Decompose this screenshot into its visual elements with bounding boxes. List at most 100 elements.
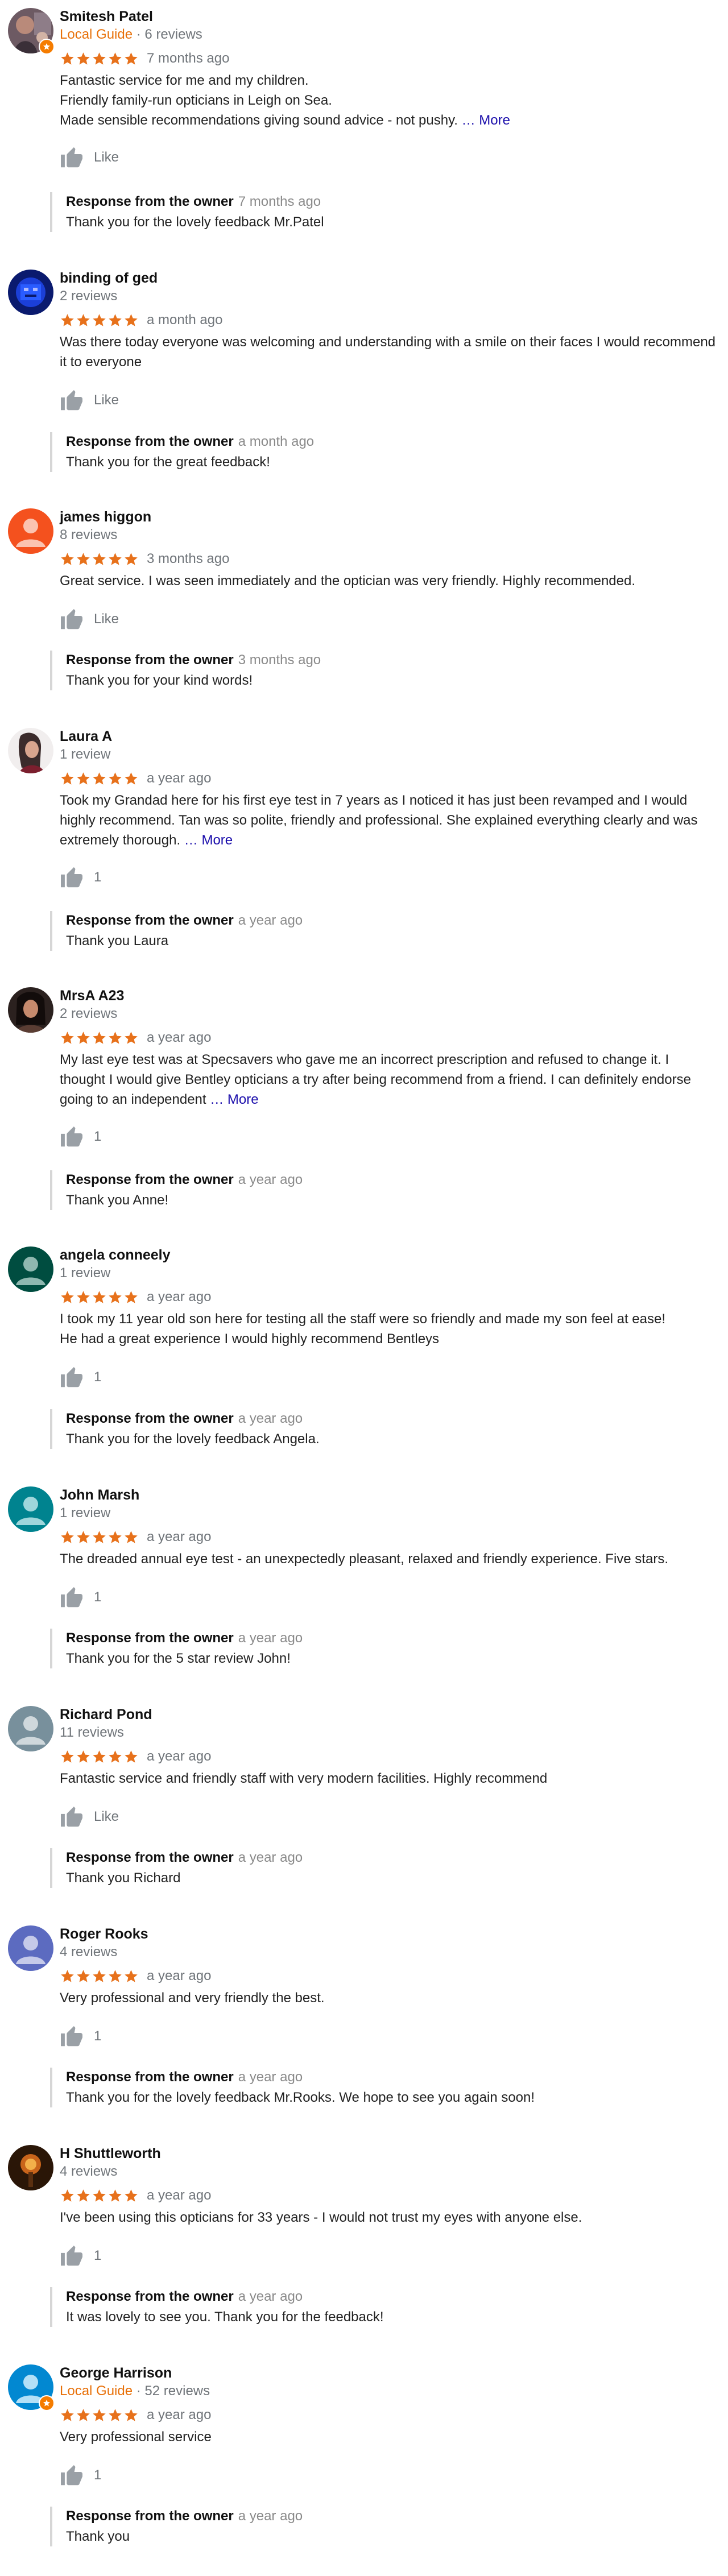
review-text-body: Fantastic service for me and my children…: [60, 73, 458, 128]
review-card: james higgon 8 reviews 3 months ago Grea…: [0, 500, 728, 720]
owner-response-text: Thank you for the lovely feedback Angela…: [66, 1431, 320, 1447]
like-count: 1: [94, 1589, 102, 1605]
star-icon: [92, 51, 107, 67]
owner-response-label: Response from the owner: [66, 2069, 234, 2085]
default-user-icon: [8, 1486, 53, 1532]
review-card: MrsA A23 2 reviews a year ago My last ey…: [0, 979, 728, 1239]
star-icon: [123, 2188, 139, 2204]
thumbs-up-icon: [60, 390, 84, 411]
like-button[interactable]: 1: [60, 2464, 717, 2487]
star-rating: [60, 51, 139, 67]
rating-row: 7 months ago: [60, 49, 717, 68]
review-card: H Shuttleworth 4 reviews a year ago I've…: [0, 2137, 728, 2356]
reviewer-name[interactable]: Laura A: [60, 728, 717, 745]
star-icon: [123, 51, 139, 67]
owner-response-label: Response from the owner: [66, 913, 234, 928]
review-card: binding of ged 2 reviews a month ago Was…: [0, 262, 728, 500]
like-button[interactable]: 1: [60, 2244, 717, 2267]
owner-response-time: a year ago: [238, 2069, 303, 2085]
like-button[interactable]: Like: [60, 146, 717, 169]
review-text: My last eye test was at Specsavers who g…: [60, 1050, 717, 1109]
star-icon: [107, 313, 123, 328]
thumbs-up-icon: [60, 1806, 84, 1828]
review-text: The dreaded annual eye test - an unexpec…: [60, 1551, 668, 1567]
like-button[interactable]: 1: [60, 1586, 717, 1609]
reviewer-name[interactable]: John Marsh: [60, 1486, 717, 1504]
like-button[interactable]: 1: [60, 1125, 717, 1148]
owner-response-text: Thank you Anne!: [66, 1192, 169, 1208]
star-icon: [123, 552, 139, 567]
reviewer-name[interactable]: binding of ged: [60, 270, 717, 287]
reviews-count: 1 review: [60, 747, 111, 762]
review-text: Fantastic service for me and my children…: [60, 71, 717, 130]
like-button[interactable]: Like: [60, 608, 717, 631]
user-photo-icon: [8, 2145, 53, 2190]
reviews-count: 6 reviews: [144, 27, 202, 42]
reviews-count: 2 reviews: [60, 1006, 118, 1021]
reviewer-avatar[interactable]: [8, 987, 53, 1033]
like-count: Like: [94, 150, 119, 165]
star-icon: [107, 771, 123, 786]
reviewer-avatar[interactable]: [8, 2145, 53, 2190]
reviewer-avatar[interactable]: [8, 2364, 55, 2411]
more-link[interactable]: … More: [210, 1092, 258, 1107]
reviews-count: 1 review: [60, 1265, 111, 1281]
review-time: a year ago: [147, 1529, 212, 1544]
like-count: 1: [94, 2467, 102, 2483]
star-icon: [107, 1749, 123, 1765]
owner-response: Response from the owner a month ago Thank…: [50, 432, 717, 472]
review-time: a year ago: [147, 2407, 212, 2422]
owner-response-time: a year ago: [238, 1411, 303, 1426]
reviewer-name[interactable]: Richard Pond: [60, 1706, 717, 1723]
like-button[interactable]: Like: [60, 1805, 717, 1828]
rating-row: a year ago: [60, 2186, 717, 2205]
thumbs-up-icon: [60, 867, 84, 888]
owner-response: Response from the owner a year ago Thank …: [50, 2068, 717, 2107]
review-time: a year ago: [147, 771, 212, 786]
owner-response: Response from the owner a year ago Thank …: [50, 911, 717, 951]
more-link[interactable]: … More: [462, 113, 510, 128]
reviewer-name[interactable]: Roger Rooks: [60, 1925, 717, 1943]
reviewer-avatar[interactable]: [8, 508, 53, 554]
like-button[interactable]: 1: [60, 1366, 717, 1389]
review-card: Roger Rooks 4 reviews a year ago Very pr…: [0, 1917, 728, 2137]
reviewer-name[interactable]: james higgon: [60, 508, 717, 525]
owner-response-label: Response from the owner: [66, 1630, 234, 1646]
owner-response-label: Response from the owner: [66, 2508, 234, 2524]
reviewer-avatar[interactable]: [8, 1706, 53, 1751]
like-count: 1: [94, 1129, 102, 1144]
like-button[interactable]: Like: [60, 389, 717, 412]
review-text: Very professional service: [60, 2429, 212, 2445]
star-icon: [60, 2408, 75, 2423]
reviewer-avatar[interactable]: [8, 728, 53, 773]
star-icon: [107, 1530, 123, 1545]
like-button[interactable]: 1: [60, 2025, 717, 2048]
reviewer-avatar[interactable]: [8, 270, 53, 315]
reviews-count: 4 reviews: [60, 2164, 118, 2179]
reviewer-name[interactable]: Smitesh Patel: [60, 8, 717, 25]
reviews-count: 2 reviews: [60, 288, 118, 304]
star-icon: [60, 552, 75, 567]
review-time: a year ago: [147, 1030, 212, 1045]
reviewer-name[interactable]: angela conneely: [60, 1246, 717, 1264]
owner-response: Response from the owner a year ago Thank …: [50, 1170, 717, 1210]
owner-response-label: Response from the owner: [66, 1850, 234, 1865]
reviewer-avatar[interactable]: [8, 1246, 53, 1292]
reviewer-name[interactable]: H Shuttleworth: [60, 2145, 717, 2162]
review-time: a year ago: [147, 2188, 212, 2203]
owner-response: Response from the owner 7 months ago Than…: [50, 192, 717, 232]
more-link[interactable]: … More: [184, 833, 233, 848]
like-button[interactable]: 1: [60, 866, 717, 889]
star-icon: [60, 771, 75, 786]
reviewer-avatar[interactable]: [8, 8, 55, 55]
reviewer-avatar[interactable]: [8, 1925, 53, 1971]
reviewer-avatar[interactable]: [8, 1486, 53, 1532]
star-icon: [76, 2188, 91, 2204]
reviews-count: 8 reviews: [60, 527, 118, 542]
review-time: 3 months ago: [147, 551, 230, 566]
reviewer-name[interactable]: MrsA A23: [60, 987, 717, 1004]
reviewer-name[interactable]: George Harrison: [60, 2364, 717, 2382]
thumbs-up-icon: [60, 2026, 84, 2047]
rating-row: a year ago: [60, 1287, 717, 1307]
rating-row: a year ago: [60, 1028, 717, 1047]
